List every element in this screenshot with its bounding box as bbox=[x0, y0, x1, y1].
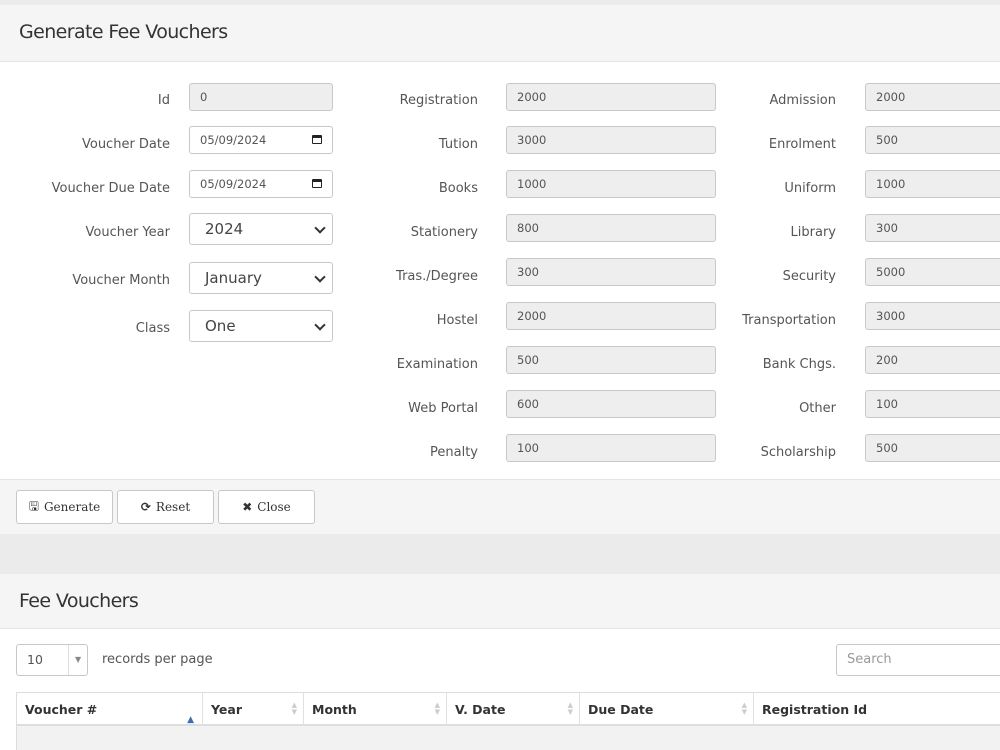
form-footer: 🖫 Generate ⟳ Reset ✖ Close bbox=[0, 479, 1000, 534]
sort-icon: ▲ ▼ bbox=[741, 701, 747, 716]
transportation-label: Transportation bbox=[742, 313, 836, 328]
web-portal-label: Web Portal bbox=[408, 401, 478, 416]
admission-field[interactable]: 2000 bbox=[865, 83, 1000, 111]
hostel-label: Hostel bbox=[436, 313, 478, 328]
voucher-month-select[interactable]: January bbox=[189, 262, 333, 294]
calendar-icon[interactable] bbox=[312, 135, 322, 144]
class-select[interactable]: One bbox=[189, 310, 333, 342]
generate-button[interactable]: 🖫 Generate bbox=[16, 490, 113, 524]
close-button[interactable]: ✖ Close bbox=[218, 490, 315, 524]
sort-icon: ▲ ▼ bbox=[291, 701, 297, 716]
col-month-label: Month bbox=[312, 702, 357, 717]
voucher-year-label: Voucher Year bbox=[85, 225, 170, 240]
penalty-field[interactable]: 100 bbox=[506, 434, 716, 462]
chevron-down-icon bbox=[314, 271, 326, 283]
books-field[interactable]: 1000 bbox=[506, 170, 716, 198]
close-icon: ✖ bbox=[242, 500, 253, 514]
voucher-year-select[interactable]: 2024 bbox=[189, 213, 333, 245]
col-year-label: Year bbox=[211, 702, 242, 717]
search-placeholder: Search bbox=[847, 652, 892, 667]
col-registration-id-label: Registration Id bbox=[762, 702, 868, 717]
reset-button[interactable]: ⟳ Reset bbox=[117, 490, 214, 524]
examination-field[interactable]: 500 bbox=[506, 346, 716, 374]
generate-button-label: Generate bbox=[43, 500, 101, 514]
id-label: Id bbox=[157, 93, 170, 108]
voucher-date-value: 05/09/2024 bbox=[200, 133, 267, 147]
voucher-date-label: Voucher Date bbox=[81, 137, 170, 152]
list-panel-title: Fee Vouchers bbox=[19, 590, 139, 612]
uniform-label: Uniform bbox=[784, 181, 836, 196]
stationery-label: Stationery bbox=[410, 225, 478, 240]
library-label: Library bbox=[790, 225, 836, 240]
class-value: One bbox=[205, 317, 236, 335]
other-field[interactable]: 100 bbox=[865, 390, 1000, 418]
tras-degree-field[interactable]: 300 bbox=[506, 258, 716, 286]
page-size-divider bbox=[68, 645, 69, 675]
books-label: Books bbox=[438, 181, 478, 196]
tution-label: Tution bbox=[438, 137, 478, 152]
tution-field[interactable]: 3000 bbox=[506, 126, 716, 154]
registration-label: Registration bbox=[399, 93, 478, 108]
caret-down-icon: ▼ bbox=[75, 655, 82, 664]
penalty-label: Penalty bbox=[430, 445, 478, 460]
security-field[interactable]: 5000 bbox=[865, 258, 1000, 286]
voucher-month-value: January bbox=[205, 269, 262, 287]
stationery-field[interactable]: 800 bbox=[506, 214, 716, 242]
fee-vouchers-panel: Fee Vouchers 10 ▼ records per page Searc… bbox=[0, 574, 1000, 750]
voucher-year-value: 2024 bbox=[205, 220, 244, 238]
col-month[interactable]: Month ▲ ▼ bbox=[304, 693, 447, 727]
records-per-page-label: records per page bbox=[102, 652, 213, 667]
class-label: Class bbox=[135, 321, 170, 336]
voucher-due-date-field[interactable]: 05/09/2024 bbox=[189, 170, 333, 198]
col-due-date-label: Due Date bbox=[588, 702, 654, 717]
transportation-field[interactable]: 3000 bbox=[865, 302, 1000, 330]
uniform-field[interactable]: 1000 bbox=[865, 170, 1000, 198]
examination-label: Examination bbox=[396, 357, 478, 372]
hostel-field[interactable]: 2000 bbox=[506, 302, 716, 330]
col-year[interactable]: Year ▲ ▼ bbox=[203, 693, 304, 727]
calendar-icon[interactable] bbox=[312, 179, 322, 188]
generate-vouchers-panel: Generate Fee Vouchers Id 0 Voucher Date … bbox=[0, 5, 1000, 534]
id-field[interactable]: 0 bbox=[189, 83, 333, 111]
col-v-date-label: V. Date bbox=[455, 702, 506, 717]
refresh-icon: ⟳ bbox=[140, 500, 151, 514]
admission-label: Admission bbox=[769, 93, 836, 108]
voucher-date-field[interactable]: 05/09/2024 bbox=[189, 126, 333, 154]
other-label: Other bbox=[799, 401, 836, 416]
panel-title: Generate Fee Vouchers bbox=[19, 21, 228, 43]
page-size-select[interactable]: 10 ▼ bbox=[16, 644, 88, 676]
enrolment-label: Enrolment bbox=[768, 137, 836, 152]
page-size-value: 10 bbox=[27, 652, 43, 667]
vouchers-table-header: Voucher # ▲ Year ▲ ▼ Month ▲ ▼ V. Date ▲ ▼ … bbox=[16, 692, 1000, 727]
search-input[interactable]: Search bbox=[836, 644, 1000, 676]
chevron-down-icon bbox=[314, 319, 326, 331]
chevron-down-icon bbox=[314, 222, 326, 234]
voucher-due-date-value: 05/09/2024 bbox=[200, 177, 267, 191]
registration-field[interactable]: 2000 bbox=[506, 83, 716, 111]
bank-chgs-field[interactable]: 200 bbox=[865, 346, 1000, 374]
panel-header: Generate Fee Vouchers bbox=[0, 5, 1000, 62]
col-v-date[interactable]: V. Date ▲ ▼ bbox=[447, 693, 580, 727]
bank-chgs-label: Bank Chgs. bbox=[762, 357, 836, 372]
col-voucher-no-label: Voucher # bbox=[25, 702, 98, 717]
scholarship-label: Scholarship bbox=[760, 445, 836, 460]
enrolment-field[interactable]: 500 bbox=[865, 126, 1000, 154]
col-due-date[interactable]: Due Date ▲ ▼ bbox=[580, 693, 754, 727]
col-voucher-no[interactable]: Voucher # ▲ bbox=[17, 693, 203, 727]
voucher-month-label: Voucher Month bbox=[72, 273, 170, 288]
save-icon: 🖫 bbox=[28, 498, 39, 513]
close-button-label: Close bbox=[257, 500, 291, 514]
col-registration-id[interactable]: Registration Id ▲▼ bbox=[754, 693, 1000, 727]
security-label: Security bbox=[782, 269, 836, 284]
list-panel-header: Fee Vouchers bbox=[0, 574, 1000, 629]
sort-icon: ▲ ▼ bbox=[434, 701, 440, 716]
voucher-due-date-label: Voucher Due Date bbox=[51, 181, 170, 196]
library-field[interactable]: 300 bbox=[865, 214, 1000, 242]
sort-icon: ▲ ▼ bbox=[567, 701, 573, 716]
tras-degree-label: Tras./Degree bbox=[396, 269, 478, 284]
scholarship-field[interactable]: 500 bbox=[865, 434, 1000, 462]
reset-button-label: Reset bbox=[155, 500, 191, 514]
vouchers-table-body bbox=[16, 726, 1000, 750]
web-portal-field[interactable]: 600 bbox=[506, 390, 716, 418]
